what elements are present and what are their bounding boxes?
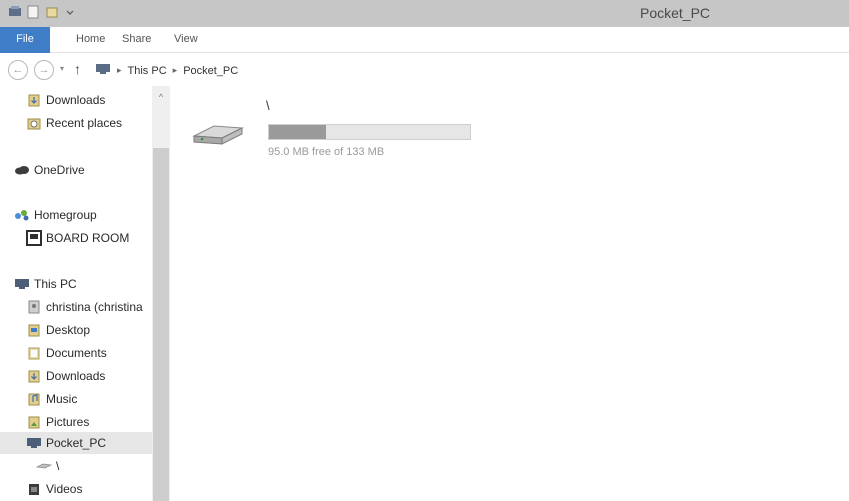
new-folder-icon[interactable] bbox=[46, 5, 58, 19]
arrow-up-icon: ↑ bbox=[74, 61, 81, 77]
nav-item-label: Desktop bbox=[46, 323, 91, 337]
navigation-pane: Downloads Recent places OneDrive Homegro… bbox=[0, 86, 170, 501]
content-pane: \ 95.0 MB free of 133 MB bbox=[170, 86, 849, 501]
computer-icon bbox=[26, 230, 42, 246]
breadcrumb-pocket-pc[interactable]: Pocket_PC bbox=[183, 65, 238, 77]
nav-item-label: \ bbox=[56, 459, 60, 473]
user-folder-icon bbox=[26, 299, 42, 315]
drive-usage-bar bbox=[268, 124, 471, 140]
nav-item-label: Documents bbox=[46, 346, 107, 360]
arrow-left-icon: ← bbox=[12, 64, 24, 76]
chevron-down-icon: ▾ bbox=[60, 64, 65, 73]
breadcrumb-this-pc[interactable]: This PC bbox=[128, 65, 167, 77]
tab-home[interactable]: Home bbox=[76, 33, 105, 45]
scroll-up-icon[interactable]: ^ bbox=[152, 90, 170, 104]
drive-usage-fill bbox=[269, 125, 327, 139]
device-icon bbox=[26, 435, 42, 451]
breadcrumb-separator-icon: ▸ bbox=[117, 65, 122, 75]
tab-view[interactable]: View bbox=[174, 33, 198, 45]
nav-item-homegroup[interactable]: Homegroup bbox=[14, 204, 166, 226]
quick-access-toolbar bbox=[8, 5, 77, 19]
nav-item-this-pc[interactable]: This PC bbox=[14, 273, 166, 295]
pictures-folder-icon bbox=[26, 414, 42, 430]
nav-item-label: Downloads bbox=[46, 369, 106, 383]
title-bar: Pocket_PC bbox=[0, 0, 849, 27]
nav-item-label: OneDrive bbox=[34, 163, 85, 177]
this-pc-icon bbox=[14, 276, 30, 292]
nav-item-label: Music bbox=[46, 392, 78, 406]
window-title: Pocket_PC bbox=[640, 5, 711, 21]
tab-file[interactable]: File bbox=[0, 27, 50, 53]
breadcrumb: ▸ This PC ▸ Pocket_PC bbox=[95, 63, 238, 78]
nav-item-label: Videos bbox=[46, 482, 83, 496]
nav-item-label: Homegroup bbox=[34, 208, 97, 222]
nav-item-label: Pocket_PC bbox=[46, 436, 107, 450]
arrow-right-icon: → bbox=[38, 64, 50, 76]
music-folder-icon bbox=[26, 391, 42, 407]
customize-toolbar-icon[interactable] bbox=[65, 5, 77, 19]
ribbon-tabs: File Home Share View bbox=[0, 27, 849, 53]
nav-item-pocket-pc[interactable]: Pocket_PC bbox=[0, 432, 152, 454]
drive-free-space: 95.0 MB free of 133 MB bbox=[268, 146, 385, 158]
back-button[interactable]: ← bbox=[8, 60, 28, 80]
nav-item-label: BOARD ROOM bbox=[46, 231, 130, 245]
desktop-folder-icon bbox=[26, 322, 42, 338]
properties-icon[interactable] bbox=[27, 5, 39, 19]
this-pc-icon bbox=[95, 63, 111, 78]
drive-tile[interactable]: \ 95.0 MB free of 133 MB bbox=[190, 94, 471, 164]
nav-item-onedrive[interactable]: OneDrive bbox=[14, 159, 166, 181]
nav-item-label: Downloads bbox=[46, 93, 106, 107]
drive-icon bbox=[36, 458, 52, 474]
nav-item-label: Recent places bbox=[46, 116, 123, 130]
downloads-folder-icon bbox=[26, 92, 42, 108]
address-bar: ← → ▾ ↑ ▸ This PC ▸ Pocket_PC bbox=[0, 54, 849, 86]
nav-item-label: Pictures bbox=[46, 415, 90, 429]
homegroup-icon bbox=[14, 207, 30, 223]
recent-places-icon bbox=[26, 115, 42, 131]
recent-locations-button[interactable]: ▾ bbox=[60, 64, 64, 73]
nav-scrollbar-thumb[interactable] bbox=[153, 148, 169, 501]
nav-item-label: christina (christina bbox=[46, 300, 143, 314]
up-button[interactable]: ↑ bbox=[74, 61, 81, 77]
videos-folder-icon bbox=[26, 481, 42, 497]
onedrive-icon bbox=[14, 162, 30, 178]
forward-button[interactable]: → bbox=[34, 60, 54, 80]
drive-name: \ bbox=[266, 98, 270, 113]
breadcrumb-separator-icon: ▸ bbox=[172, 65, 178, 75]
app-icon[interactable] bbox=[8, 5, 21, 19]
downloads-folder-icon bbox=[26, 368, 42, 384]
documents-folder-icon bbox=[26, 345, 42, 361]
tab-share[interactable]: Share bbox=[122, 33, 151, 45]
drive-icon bbox=[190, 112, 246, 152]
nav-item-label: This PC bbox=[34, 277, 77, 291]
